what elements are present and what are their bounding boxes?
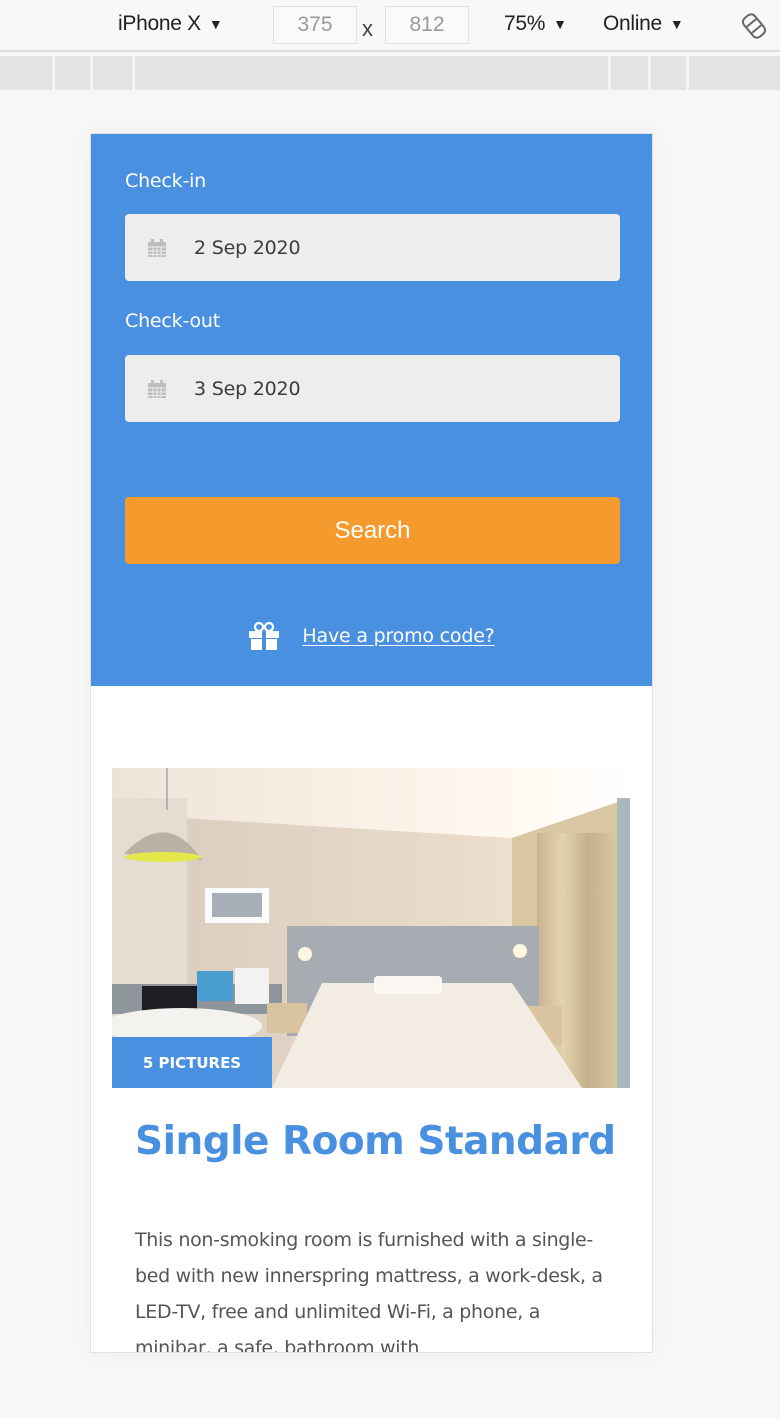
zoom-selector[interactable]: 75% ▼ (504, 12, 567, 36)
room-photo[interactable]: 5 PICTURES (112, 768, 630, 1088)
checkin-value: 2 Sep 2020 (194, 236, 301, 259)
ruler-tick (90, 56, 93, 90)
chevron-down-icon: ▼ (553, 16, 567, 32)
booking-form: Check-in 2 Sep 2020 Check-out 3 Sep 2020… (91, 134, 652, 686)
ruler-tick (132, 56, 135, 90)
checkout-value: 3 Sep 2020 (194, 377, 301, 400)
ruler-tick (648, 56, 651, 90)
promo-code-link[interactable]: Have a promo code? (302, 625, 494, 647)
checkout-field[interactable]: 3 Sep 2020 (125, 355, 620, 422)
checkin-label: Check-in (125, 170, 207, 192)
devtools-toolbar: iPhone X ▼ 375 x 812 75% ▼ Online ▼ (0, 0, 780, 52)
chevron-down-icon: ▼ (669, 16, 684, 32)
promo-row: Have a promo code? (91, 622, 652, 650)
search-button[interactable]: Search (125, 497, 620, 564)
checkout-label: Check-out (125, 310, 220, 332)
calendar-icon (148, 238, 166, 257)
dimension-separator: x (362, 16, 373, 41)
media-query-bar[interactable] (0, 56, 780, 90)
device-label: iPhone X (118, 12, 201, 35)
device-selector[interactable]: iPhone X ▼ (118, 12, 223, 36)
ruler-tick (686, 56, 689, 90)
height-input[interactable]: 812 (385, 6, 469, 44)
calendar-icon (148, 379, 166, 398)
room-title[interactable]: Single Room Standard (135, 1119, 616, 1164)
ruler-tick (52, 56, 55, 90)
device-viewport: Check-in 2 Sep 2020 Check-out 3 Sep 2020… (90, 133, 653, 1353)
rotate-icon[interactable] (740, 12, 768, 40)
width-input[interactable]: 375 (273, 6, 357, 44)
zoom-label: 75% (504, 12, 546, 35)
room-description: This non-smoking room is furnished with … (135, 1229, 603, 1353)
network-label: Online (603, 12, 662, 35)
chevron-down-icon: ▼ (208, 16, 223, 32)
pictures-count-badge[interactable]: 5 PICTURES (112, 1037, 272, 1088)
ruler-tick (608, 56, 611, 90)
network-selector[interactable]: Online ▼ (603, 12, 684, 36)
gift-icon (249, 622, 280, 650)
checkin-field[interactable]: 2 Sep 2020 (125, 214, 620, 281)
